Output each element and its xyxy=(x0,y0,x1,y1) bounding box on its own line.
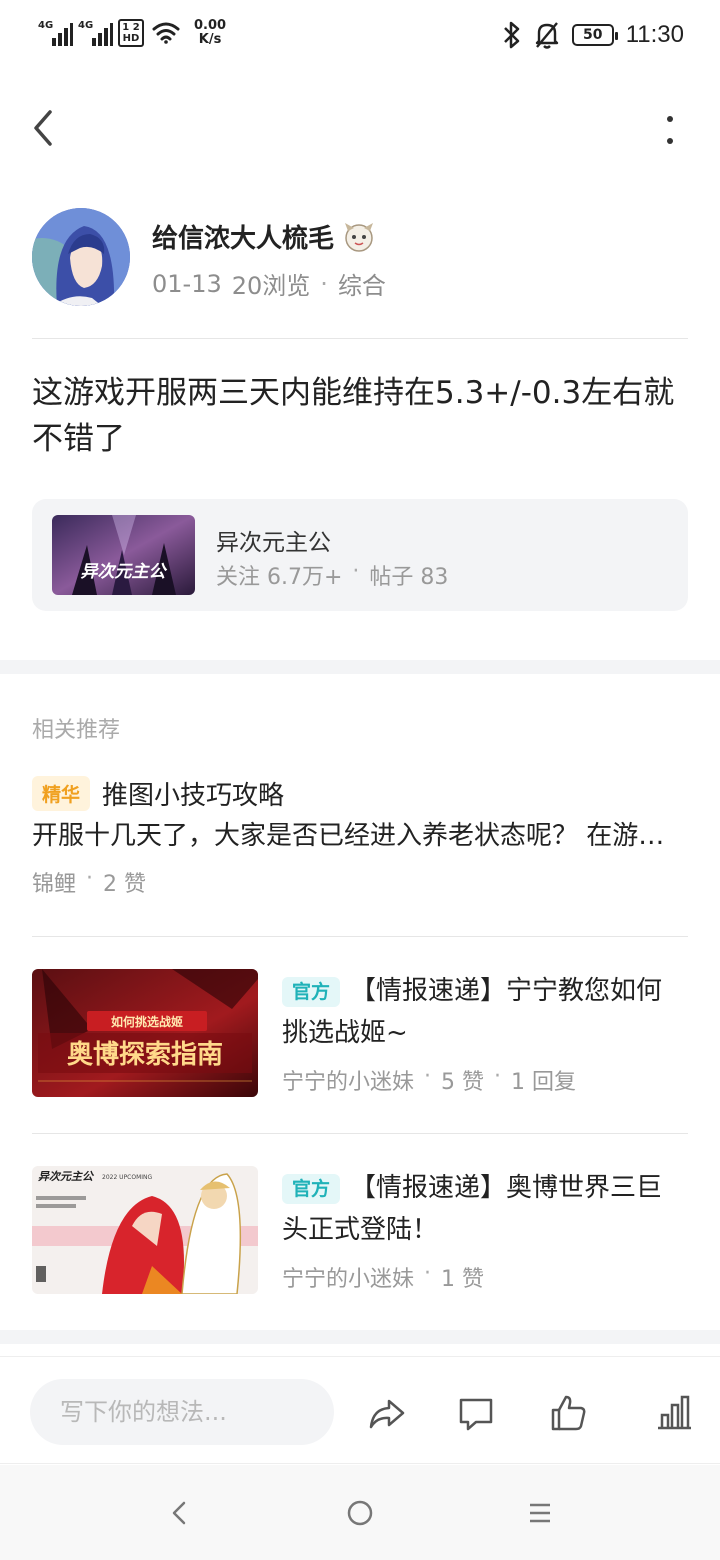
related-item-likes: 2 赞 xyxy=(103,872,147,897)
post-meta: 01-13 20浏览 · 综合 xyxy=(152,266,386,301)
related-heading: 相关推荐 xyxy=(32,718,121,743)
bell-off-icon xyxy=(535,22,558,49)
comment-button[interactable] xyxy=(456,1393,496,1433)
divider xyxy=(32,338,688,339)
avatar-image xyxy=(32,208,130,306)
net-speed-unit: K/s xyxy=(198,32,222,47)
net-speed: 0.00 K/s xyxy=(194,19,226,47)
related-item-title: 官方 【情报速递】宁宁教您如何挑选战姬~ xyxy=(282,970,682,1054)
divider xyxy=(32,1133,688,1134)
bluetooth-icon xyxy=(503,21,519,49)
related-item-author: 宁宁的小迷妹 xyxy=(282,1070,415,1095)
post-date: 01-13 xyxy=(152,269,222,298)
thumb-tag: 2022 UPCOMING xyxy=(102,1174,153,1181)
thumbs-up-icon xyxy=(551,1395,586,1431)
forum-followers: 关注 6.7万+ xyxy=(216,565,343,590)
hd-icon: 1 2 HD xyxy=(118,19,144,47)
separator-dot: · xyxy=(424,1261,432,1286)
forum-thumb-logo: 异次元主公 xyxy=(81,562,168,582)
dot-icon xyxy=(667,116,673,122)
separator-dot: · xyxy=(352,559,360,584)
nav-back-icon xyxy=(172,1501,186,1525)
related-item-author: 锦鲤 xyxy=(32,872,77,897)
related-item-thumbnail: 异次元主公 2022 UPCOMING xyxy=(32,1166,258,1294)
signal-label: 4G xyxy=(38,20,54,31)
menu-icon xyxy=(530,1503,550,1523)
badge-icon xyxy=(345,222,374,252)
section-divider xyxy=(0,1330,720,1344)
related-item-replies: 1 回复 xyxy=(511,1070,577,1095)
like-button[interactable] xyxy=(548,1393,588,1433)
separator-dot: · xyxy=(86,866,94,891)
forum-posts: 帖子 83 xyxy=(369,565,449,590)
battery-indicator: 50 xyxy=(571,24,618,46)
clock: 11:30 xyxy=(625,21,684,48)
action-bar xyxy=(0,1356,720,1464)
share-icon xyxy=(369,1399,405,1429)
divider xyxy=(32,936,688,937)
official-badge: 官方 xyxy=(282,976,341,1007)
related-item-title-row: 精华 推图小技巧攻略 xyxy=(32,775,284,812)
thumb-subtitle: 如何挑选战姬 xyxy=(111,1014,183,1029)
thumb-title: 奥博探索指南 xyxy=(67,1039,223,1070)
nav-home-icon xyxy=(347,1500,373,1526)
comment-input[interactable] xyxy=(30,1379,334,1445)
section-divider xyxy=(0,660,720,674)
post-content: 这游戏开服两三天内能维持在5.3+/-0.3左右就不错了 xyxy=(32,375,675,457)
nav-menu-button[interactable] xyxy=(522,1495,558,1531)
official-badge: 官方 xyxy=(282,1173,341,1204)
separator-dot: · xyxy=(424,1064,432,1089)
signal-icon: 4G xyxy=(78,18,113,48)
comment-icon xyxy=(459,1398,493,1431)
forum-name: 异次元主公 xyxy=(216,530,331,556)
related-item-meta: 锦鲤 · 2 赞 xyxy=(32,866,146,898)
related-item-likes: 1 赞 xyxy=(441,1267,485,1292)
forum-thumbnail: 异次元主公 xyxy=(52,515,195,595)
related-item-likes: 5 赞 xyxy=(441,1070,485,1095)
system-nav-bar xyxy=(0,1465,720,1560)
author-name-text: 给信浓大人梳毛 xyxy=(152,224,335,254)
signal-label: 4G xyxy=(78,20,94,31)
separator-dot: · xyxy=(320,269,328,298)
more-options-button[interactable] xyxy=(660,110,680,150)
bar-chart-icon xyxy=(658,1395,691,1430)
signal-icon: 4G xyxy=(38,18,73,48)
related-item-snippet: 开服十几天了，大家是否已经进入养老状态呢？ 在游戏中体验到的推图小技巧分享给大家 xyxy=(32,821,682,851)
related-item-meta: 宁宁的小迷妹 · 1 赞 xyxy=(282,1261,484,1293)
related-item-author: 宁宁的小迷妹 xyxy=(282,1267,415,1292)
related-item-meta: 宁宁的小迷妹 · 5 赞 · 1 回复 xyxy=(282,1064,576,1096)
author-avatar[interactable] xyxy=(32,208,130,306)
forum-card[interactable]: 异次元主公 异次元主公 关注 6.7万+ · 帖子 83 xyxy=(32,499,688,611)
related-item-thumbnail: 如何挑选战姬 奥博探索指南 xyxy=(32,969,258,1097)
thumb-logo: 异次元主公 xyxy=(38,1170,95,1183)
wifi-icon xyxy=(152,22,180,44)
post-category: 综合 xyxy=(337,272,386,300)
stats-button[interactable] xyxy=(654,1393,694,1433)
forum-stats: 关注 6.7万+ · 帖子 83 xyxy=(216,559,448,591)
nav-back-button[interactable] xyxy=(162,1495,198,1531)
related-item-title: 推图小技巧攻略 xyxy=(102,781,285,811)
featured-badge: 精华 xyxy=(32,776,91,811)
back-button[interactable] xyxy=(26,106,62,150)
related-item-title: 官方 【情报速递】奥博世界三巨头正式登陆！ xyxy=(282,1167,682,1251)
net-speed-value: 0.00 xyxy=(194,18,227,33)
post-views: 20浏览 xyxy=(231,272,311,300)
share-button[interactable] xyxy=(367,1393,407,1433)
status-bar: 4G 4G 1 2 HD 0.00 K/s 50 11:30 xyxy=(0,0,720,74)
chevron-left-icon xyxy=(34,110,52,146)
author-name[interactable]: 给信浓大人梳毛 xyxy=(152,218,376,255)
dot-icon xyxy=(667,138,673,144)
separator-dot: · xyxy=(494,1064,502,1089)
nav-home-button[interactable] xyxy=(342,1495,378,1531)
